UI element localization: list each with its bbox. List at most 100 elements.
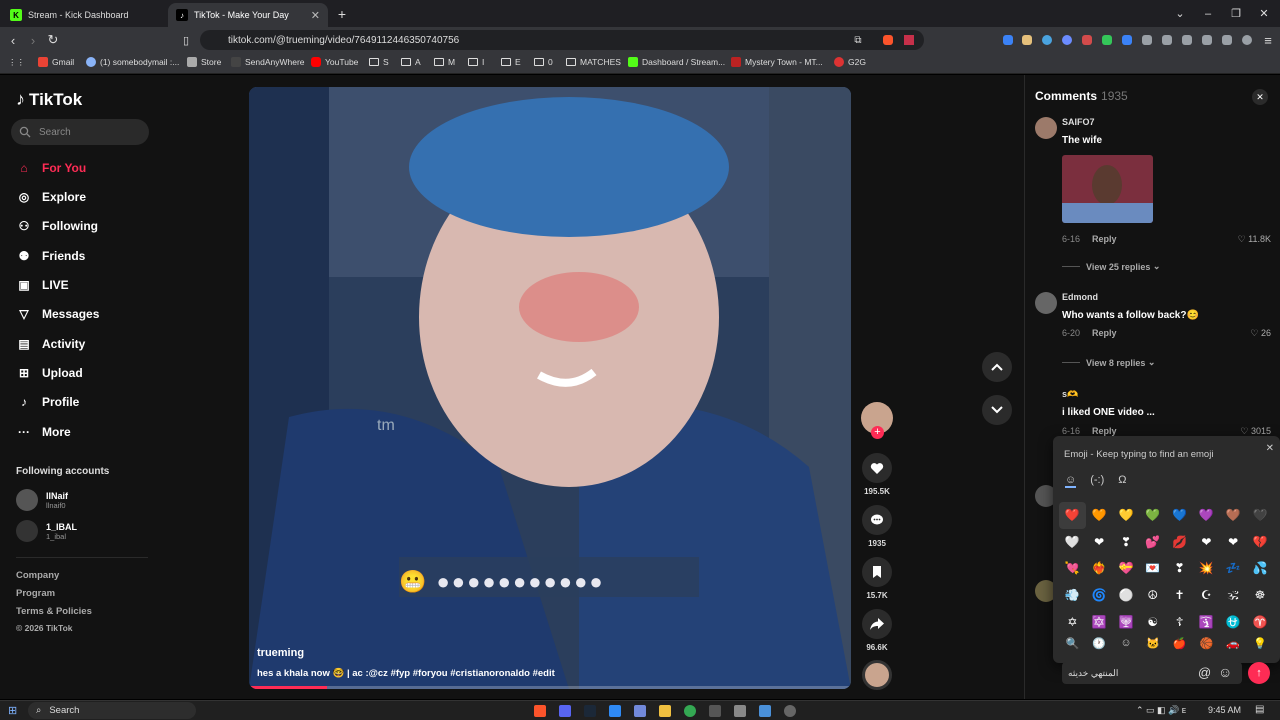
- app-taskbar-icon[interactable]: [709, 705, 721, 717]
- extension-icon[interactable]: [1082, 35, 1092, 45]
- bookmark-dashboard[interactable]: Dashboard / Stream...: [628, 57, 725, 67]
- emoji-icon[interactable]: ☺: [1218, 664, 1232, 680]
- save-button[interactable]: 15.7K: [860, 557, 894, 600]
- bookmark-mystery-town[interactable]: Mystery Town - MT...: [731, 57, 823, 67]
- app-taskbar-icon[interactable]: [734, 705, 746, 717]
- follow-plus-icon[interactable]: +: [871, 426, 884, 439]
- extension-icon[interactable]: [1102, 35, 1112, 45]
- emoji-cell[interactable]: 💜: [1193, 502, 1220, 529]
- footer-program-link[interactable]: Program: [16, 588, 55, 599]
- emoji-cell[interactable]: 💛: [1113, 502, 1140, 529]
- comment-button[interactable]: 1935: [860, 505, 894, 548]
- reply-button[interactable]: Reply: [1092, 234, 1117, 244]
- notifications-icon[interactable]: ▤: [1255, 704, 1264, 715]
- sidebar-item-following[interactable]: ⚇ Following: [16, 215, 98, 237]
- bookmark-folder-matches[interactable]: MATCHES: [566, 57, 621, 67]
- close-tab-icon[interactable]: ✕: [311, 9, 320, 22]
- app-taskbar-icon[interactable]: [784, 705, 796, 717]
- emoji-cell[interactable]: ❤️: [1059, 502, 1086, 529]
- emoji-cell[interactable]: 💌: [1139, 555, 1166, 582]
- bookmark-somebodymail[interactable]: (1) somebodymail :...: [86, 57, 179, 67]
- bookmark-folder-0[interactable]: 0: [534, 57, 553, 67]
- system-tray-icons[interactable]: ⌃ ▭ ◧ 🔊 ᴇ: [1136, 705, 1186, 716]
- footer-terms-link[interactable]: Terms & Policies: [16, 606, 92, 617]
- file-explorer-taskbar-icon[interactable]: [659, 705, 671, 717]
- ai-icon[interactable]: [1222, 35, 1232, 45]
- sidebar-item-live[interactable]: ▣ LIVE: [16, 274, 68, 296]
- vpn-icon[interactable]: [1242, 35, 1252, 45]
- brave-taskbar-icon[interactable]: [534, 705, 546, 717]
- share-button[interactable]: 96.6K: [860, 609, 894, 652]
- bookmark-folder-m[interactable]: M: [434, 57, 455, 67]
- emoji-cell[interactable]: ❤‍🔥: [1086, 555, 1113, 582]
- bookmark-folder-i[interactable]: I: [468, 57, 484, 67]
- footer-company-link[interactable]: Company: [16, 570, 59, 581]
- emoji-cell[interactable]: ⚪: [1113, 582, 1140, 609]
- emoji-cell[interactable]: 🛐: [1193, 608, 1220, 635]
- next-video-button[interactable]: [982, 395, 1012, 425]
- emoji-cell[interactable]: 🕉: [1220, 582, 1247, 609]
- discord-taskbar-icon[interactable]: [559, 705, 571, 717]
- emoji-category-tab[interactable]: 🐱: [1139, 637, 1166, 650]
- emoji-category-tab[interactable]: 🕐: [1086, 637, 1113, 650]
- tab-kick[interactable]: K Stream - Kick Dashboard: [2, 3, 166, 27]
- emoji-cell[interactable]: ❣: [1113, 529, 1140, 556]
- music-icon[interactable]: [1162, 35, 1172, 45]
- tab-search-icon[interactable]: ⌄: [1166, 0, 1194, 27]
- wallet-icon[interactable]: [1202, 35, 1212, 45]
- bookmark-g2g[interactable]: G2G: [834, 57, 866, 67]
- following-account[interactable]: 1_IBAL 1_ibal: [16, 520, 77, 542]
- emoji-cell[interactable]: ♈: [1247, 608, 1274, 635]
- search-input[interactable]: Search: [11, 119, 149, 145]
- bookmark-icon[interactable]: ▯: [178, 32, 194, 48]
- avatar[interactable]: [1035, 389, 1057, 411]
- emoji-cell[interactable]: 💋: [1166, 529, 1193, 556]
- emoji-cell[interactable]: ⛎: [1220, 608, 1247, 635]
- sidebar-item-messages[interactable]: ▽ Messages: [16, 303, 99, 325]
- previous-video-button[interactable]: [982, 352, 1012, 382]
- mention-icon[interactable]: @: [1198, 665, 1211, 680]
- sidebar-item-profile[interactable]: ♪ Profile: [16, 391, 79, 413]
- extension-icon[interactable]: [1042, 35, 1052, 45]
- view-replies-button[interactable]: View 25 replies ⌄: [1062, 261, 1160, 272]
- video-progress-bar[interactable]: [249, 686, 851, 689]
- emoji-cell[interactable]: 💦: [1247, 555, 1274, 582]
- emoji-cell[interactable]: 🤍: [1059, 529, 1086, 556]
- brave-rewards-icon[interactable]: [904, 35, 914, 45]
- reply-button[interactable]: Reply: [1092, 328, 1117, 338]
- emoji-cell[interactable]: ☯: [1139, 608, 1166, 635]
- comment-like-button[interactable]: ♡ 26: [1250, 328, 1271, 339]
- avatar[interactable]: [1035, 117, 1057, 139]
- clock[interactable]: 9:45 AM: [1208, 705, 1241, 715]
- following-account[interactable]: IINaif llnaif0: [16, 489, 68, 511]
- emoji-cell[interactable]: 💕: [1139, 529, 1166, 556]
- emoji-cell[interactable]: ❤: [1086, 529, 1113, 556]
- tab-tiktok[interactable]: ♪ TikTok - Make Your Day ✕: [168, 3, 328, 27]
- brave-shield-icon[interactable]: [883, 35, 893, 45]
- emoji-cell[interactable]: ❤: [1220, 529, 1247, 556]
- emoji-cell[interactable]: 💝: [1113, 555, 1140, 582]
- emoji-category-tab[interactable]: 🏀: [1193, 637, 1220, 650]
- emoji-cell[interactable]: 🕎: [1113, 608, 1140, 635]
- extension-icon[interactable]: [1122, 35, 1132, 45]
- emoji-cell[interactable]: 💤: [1220, 555, 1247, 582]
- sidebar-icon[interactable]: [1182, 35, 1192, 45]
- comment-image[interactable]: [1062, 155, 1153, 223]
- emoji-cell[interactable]: ☪: [1193, 582, 1220, 609]
- extension-icon[interactable]: [1003, 35, 1013, 45]
- emoji-cell[interactable]: 🖤: [1247, 502, 1274, 529]
- bookmark-folder-s[interactable]: S: [369, 57, 389, 67]
- emoji-cell[interactable]: 🌀: [1086, 582, 1113, 609]
- bookmark-folder-a[interactable]: A: [401, 57, 421, 67]
- post-comment-button[interactable]: ↑: [1248, 662, 1270, 684]
- close-emoji-picker-icon[interactable]: ✕: [1266, 443, 1274, 454]
- reply-button[interactable]: Reply: [1092, 426, 1117, 436]
- app-taskbar-icon[interactable]: [759, 705, 771, 717]
- video-username[interactable]: trueming: [257, 647, 304, 659]
- emoji-cell[interactable]: 💙: [1166, 502, 1193, 529]
- extension-icon[interactable]: [1022, 35, 1032, 45]
- sidebar-item-activity[interactable]: ▤ Activity: [16, 333, 85, 355]
- sidebar-item-for-you[interactable]: ⌂ For You: [16, 157, 86, 179]
- close-comments-button[interactable]: ✕: [1252, 89, 1268, 105]
- bookmark-sendanywhere[interactable]: SendAnyWhere: [231, 57, 305, 67]
